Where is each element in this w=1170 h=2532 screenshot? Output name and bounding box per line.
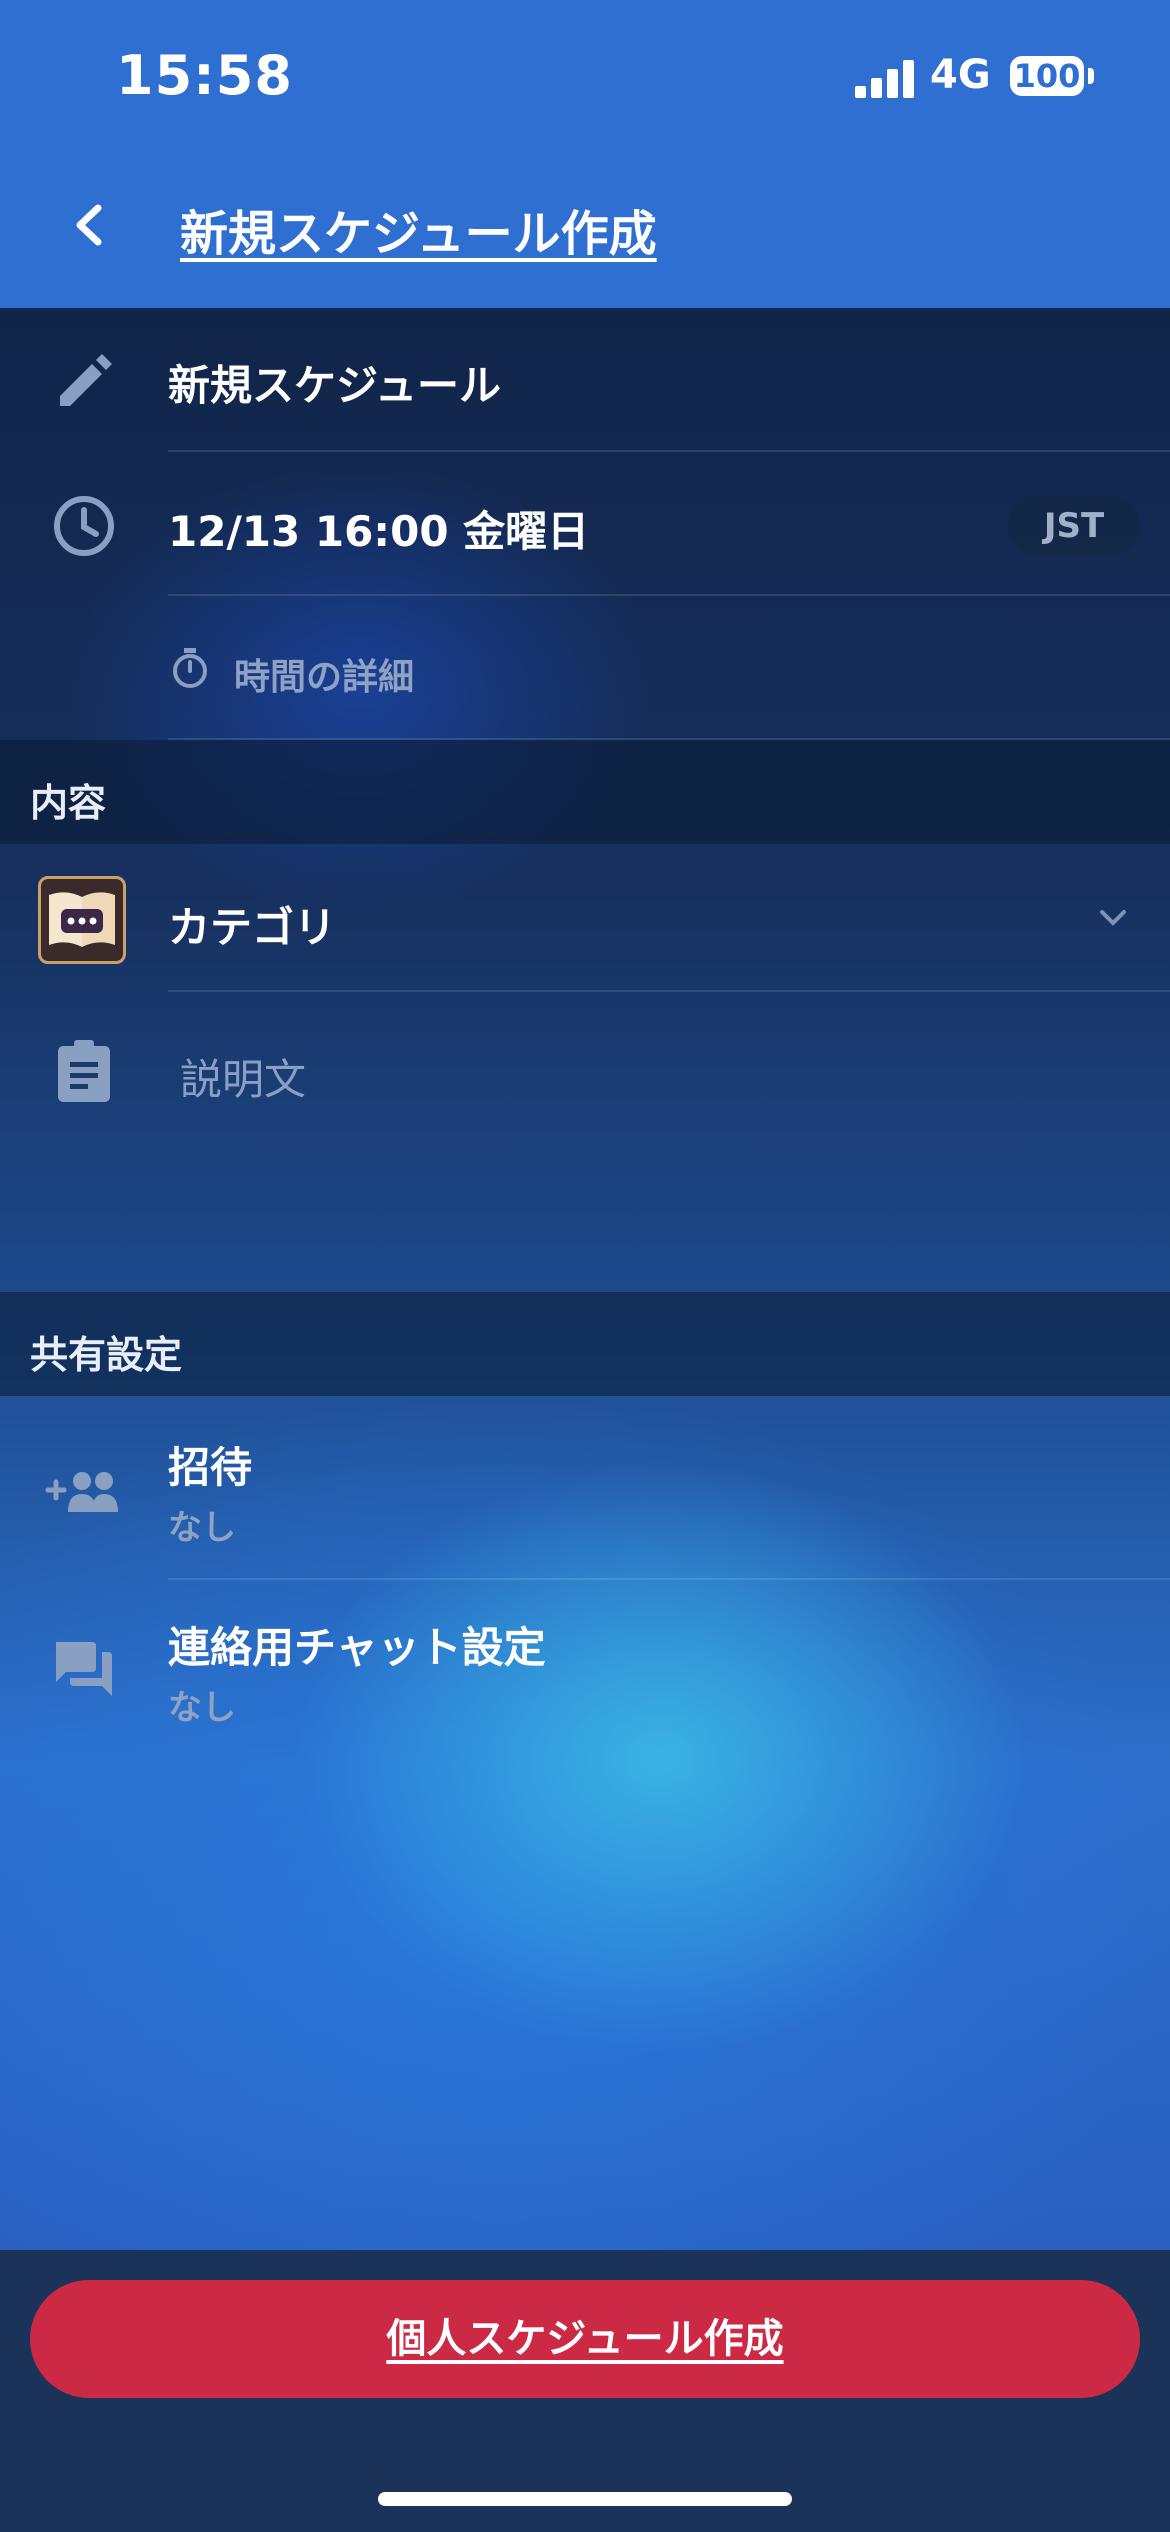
status-time: 15:58 — [116, 44, 293, 107]
stopwatch-icon — [173, 648, 207, 688]
divider — [168, 990, 1170, 992]
chevron-down-icon[interactable] — [1096, 906, 1130, 930]
invite-label[interactable]: 招待 — [168, 1434, 252, 1495]
description-field[interactable]: 説明文 — [180, 1046, 306, 1107]
share-section-title: 共有設定 — [30, 1333, 183, 1377]
page-title: 新規スケジュール作成 — [180, 206, 657, 262]
back-icon — [76, 204, 102, 246]
content-section-header — [0, 740, 1170, 844]
form-area — [0, 308, 1170, 2250]
invite-value: なし — [168, 1508, 236, 1548]
category-select[interactable]: カテゴリ — [168, 894, 336, 955]
battery-tip — [1088, 68, 1094, 84]
timezone-badge[interactable]: JST — [1008, 496, 1140, 556]
chat-settings-label[interactable]: 連絡用チャット設定 — [168, 1614, 546, 1675]
clock-icon — [54, 496, 114, 556]
add-group-icon — [45, 1472, 118, 1512]
content-section-title: 内容 — [30, 781, 107, 825]
category-book-icon — [38, 876, 126, 964]
schedule-title-field[interactable]: 新規スケジュール — [168, 352, 501, 413]
time-detail-link[interactable]: 時間の詳細 — [234, 648, 414, 700]
battery-icon: 100 — [1010, 56, 1084, 96]
divider — [168, 594, 1170, 596]
clipboard-icon — [58, 1040, 110, 1102]
back-button[interactable] — [60, 190, 120, 260]
divider — [168, 450, 1170, 452]
pencil-icon — [60, 354, 112, 406]
home-indicator — [378, 2492, 792, 2506]
chat-icon — [56, 1642, 112, 1696]
signal-icon — [855, 58, 915, 98]
divider — [168, 1578, 1170, 1580]
chat-settings-value: なし — [168, 1688, 236, 1728]
app-header: 15:58 4G 100 新規スケジュール作成 — [0, 0, 1170, 308]
schedule-datetime[interactable]: 12/13 16:00 金曜日 — [168, 498, 589, 559]
create-personal-schedule-button[interactable]: 個人スケジュール作成 — [30, 2280, 1140, 2398]
network-type: 4G — [930, 52, 991, 98]
